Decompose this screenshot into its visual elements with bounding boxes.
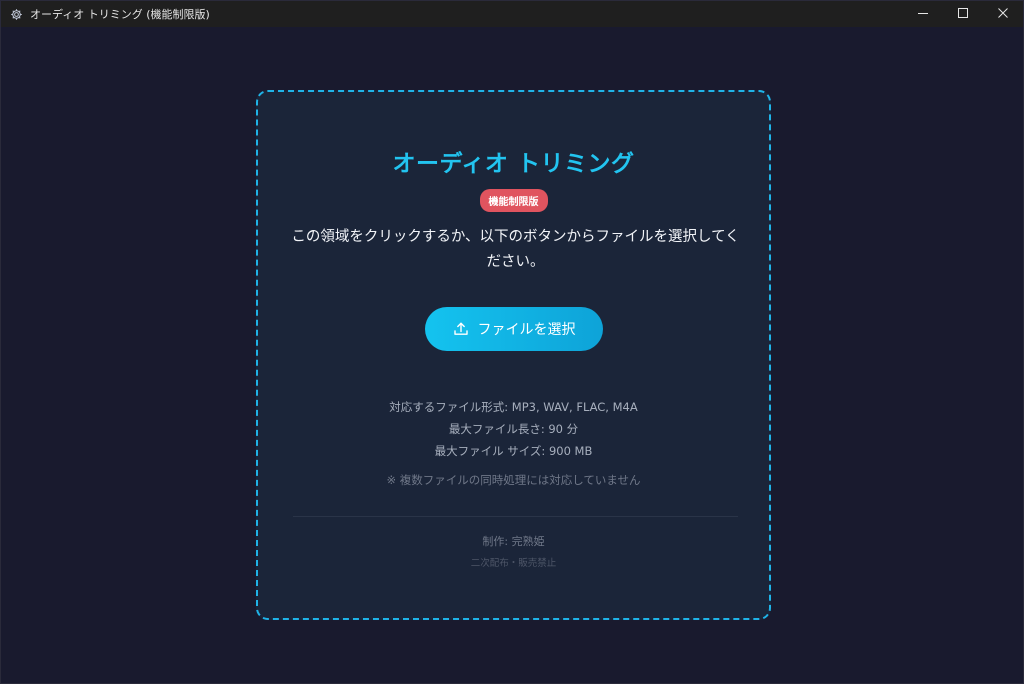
maximize-button[interactable] bbox=[943, 1, 983, 27]
redistribution-notice: 二次配布・販売禁止 bbox=[470, 558, 557, 569]
title-bar[interactable]: オーディオ トリミング (機能制限版) bbox=[1, 1, 1023, 27]
supported-formats: 対応するファイル形式: MP3, WAV, FLAC, M4A bbox=[389, 400, 638, 414]
close-button[interactable] bbox=[983, 1, 1023, 27]
select-file-label: ファイルを選択 bbox=[477, 322, 576, 338]
window-title: オーディオ トリミング (機能制限版) bbox=[30, 8, 210, 21]
drop-instruction: この領域をクリックするか、以下のボタンからファイルを選択してください。 bbox=[291, 229, 740, 270]
minimize-icon bbox=[918, 8, 928, 21]
app-heading: オーディオ トリミング bbox=[392, 151, 635, 177]
author-credit: 制作: 完熟姫 bbox=[482, 535, 545, 548]
limited-edition-badge: 機能制限版 bbox=[479, 189, 548, 212]
badge-container: 機能制限版 bbox=[258, 189, 769, 212]
minimize-button[interactable] bbox=[903, 1, 943, 27]
upload-icon bbox=[453, 321, 469, 337]
window-controls bbox=[903, 1, 1023, 27]
select-file-button[interactable]: ファイルを選択 bbox=[425, 307, 603, 351]
multi-file-note: ※ 複数ファイルの同時処理には対応していません bbox=[386, 473, 641, 487]
file-drop-zone[interactable]: オーディオ トリミング 機能制限版 この領域をクリックするか、以下のボタンからフ… bbox=[256, 90, 771, 620]
gear-icon bbox=[8, 6, 24, 22]
divider bbox=[293, 516, 738, 517]
app-window: オーディオ トリミング (機能制限版) オーディオ トリミング 機能制限版 この… bbox=[0, 0, 1024, 684]
max-file-size: 最大ファイル サイズ: 900 MB bbox=[434, 444, 593, 458]
maximize-icon bbox=[958, 7, 968, 21]
max-duration: 最大ファイル長さ: 90 分 bbox=[448, 422, 579, 436]
close-icon bbox=[998, 7, 1008, 21]
